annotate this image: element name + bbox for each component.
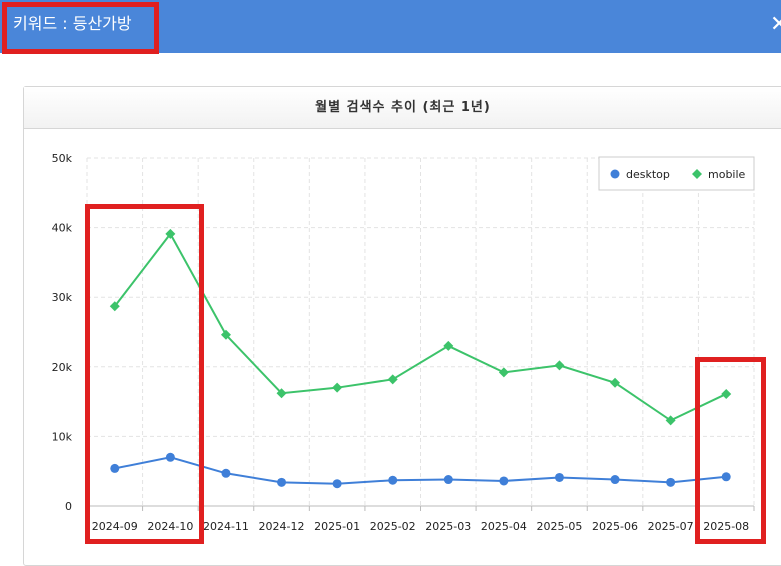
- x-tick-label: 2024-11: [203, 520, 249, 533]
- x-tick-label: 2025-01: [314, 520, 360, 533]
- data-point-desktop: [221, 468, 231, 478]
- y-tick-label: 40k: [52, 222, 73, 235]
- data-point-desktop: [443, 475, 453, 485]
- legend-label-mobile: mobile: [708, 168, 746, 181]
- y-tick-label: 20k: [52, 361, 73, 374]
- data-point-desktop: [666, 477, 676, 487]
- y-tick-label: 0: [65, 500, 72, 513]
- x-tick-label: 2024-12: [259, 520, 305, 533]
- data-point-mobile: [387, 374, 398, 385]
- data-point-mobile: [332, 382, 343, 393]
- data-point-desktop: [388, 475, 398, 485]
- data-point-desktop: [277, 477, 287, 487]
- data-point-desktop: [165, 452, 175, 462]
- x-tick-label: 2025-08: [703, 520, 749, 533]
- y-tick-label: 10k: [52, 430, 73, 443]
- data-point-desktop: [110, 463, 120, 473]
- x-tick-label: 2025-05: [536, 520, 582, 533]
- x-tick-label: 2025-03: [425, 520, 471, 533]
- y-tick-label: 30k: [52, 291, 73, 304]
- data-point-mobile: [554, 360, 565, 371]
- legend-label-desktop: desktop: [626, 168, 670, 181]
- x-tick-label: 2024-09: [92, 520, 138, 533]
- data-point-desktop: [332, 479, 342, 489]
- search-trend-chart: 0 10k 20k 30k 40k 50k 2024-09 2024-10 2024-11 202…: [52, 152, 755, 533]
- x-tick-label: 2024-10: [147, 520, 193, 533]
- data-point-desktop: [554, 472, 564, 482]
- x-tick-label: 2025-07: [648, 520, 694, 533]
- x-tick-label: 2025-02: [370, 520, 416, 533]
- data-point-desktop: [610, 475, 620, 485]
- y-tick-label: 50k: [52, 152, 73, 165]
- x-tick-label: 2025-06: [592, 520, 638, 533]
- data-point-desktop: [721, 472, 731, 482]
- data-point-desktop: [499, 476, 509, 486]
- x-tick-label: 2025-04: [481, 520, 527, 533]
- data-point-mobile: [498, 367, 509, 378]
- legend-marker-desktop: [610, 169, 620, 179]
- data-point-mobile: [721, 388, 732, 399]
- data-point-mobile: [443, 340, 454, 351]
